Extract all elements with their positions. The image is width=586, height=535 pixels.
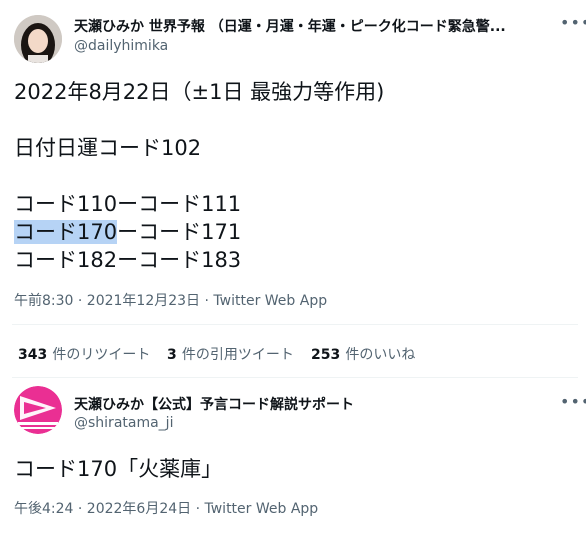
more-icon[interactable]: ••• [560, 15, 586, 31]
likes-stat[interactable]: 253 件のいいね [311, 344, 415, 364]
profile-photo [14, 15, 62, 63]
brand-logo-icon [14, 386, 62, 434]
tweet-text-line-daily-code: 日付日運コード102 [14, 136, 202, 160]
retweet-count: 343 [18, 347, 48, 363]
tweet-timestamp[interactable]: 午後4:24 · 2022年6月24日 · Twitter Web App [14, 498, 318, 518]
divider [12, 324, 578, 325]
like-count: 253 [311, 347, 341, 363]
tweet-text: コード170「火薬庫」 [14, 457, 223, 481]
tweet-timestamp[interactable]: 午前8:30 · 2021年12月23日 · Twitter Web App [14, 290, 327, 310]
tweet-text-line-code-110: コード110ーコード111 [14, 192, 242, 216]
user-handle[interactable]: @shiratama_ji [74, 415, 173, 431]
tweet-text-line-date: 2022年8月22日（±1日 最強力等作用) [14, 80, 385, 104]
display-name[interactable]: 天瀬ひみか【公式】予言コード解説サポート [74, 394, 354, 414]
tweet-text-fragment: ーコード171 [117, 220, 242, 244]
avatar[interactable] [14, 15, 62, 63]
divider [12, 377, 578, 378]
tweet-text-line-code-182: コード182ーコード183 [14, 248, 242, 272]
user-handle[interactable]: @dailyhimika [74, 38, 168, 54]
selected-text: コード170 [14, 220, 118, 244]
retweet-label: 件のリツイート [52, 347, 151, 363]
quote-label: 件の引用ツイート [181, 347, 294, 363]
quote-count: 3 [167, 347, 177, 363]
avatar[interactable] [14, 386, 62, 434]
display-name[interactable]: 天瀬ひみか 世界予報 （日運・月運・年運・ピーク化コード緊急警... [74, 16, 506, 36]
retweets-stat[interactable]: 343 件のリツイート [18, 344, 150, 364]
like-label: 件のいいね [345, 347, 416, 363]
tweet-text-line-code-170: コード170ーコード171 [14, 220, 241, 244]
more-icon[interactable]: ••• [560, 394, 586, 410]
quote-tweets-stat[interactable]: 3 件の引用ツイート [167, 344, 294, 364]
